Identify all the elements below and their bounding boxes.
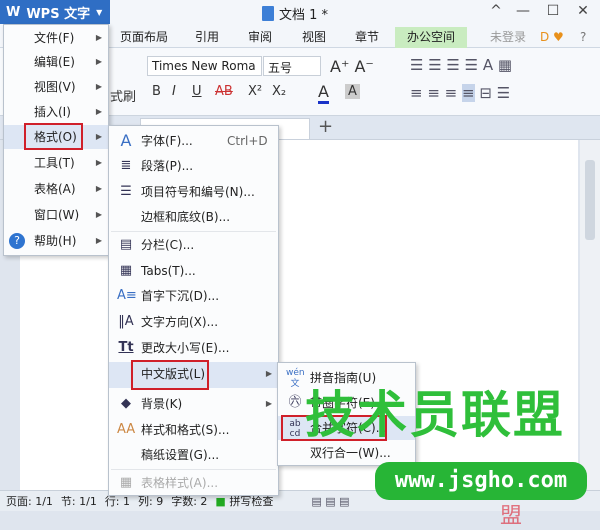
format-menu: A 字体(F)... Ctrl+D ≣ 段落(P)... ☰ 项目符号和编号(N)...… [108, 125, 279, 496]
submenu-arrow-icon: ▶ [95, 184, 102, 193]
drop-cap-icon: A≡ [117, 288, 137, 303]
menu-separator [111, 231, 276, 232]
tab-review[interactable]: 审阅 [238, 27, 282, 48]
menu-item-tools[interactable]: 工具(T) ▶ [4, 151, 108, 175]
tab-page-layout[interactable]: 页面布局 [110, 27, 178, 48]
submenu-arrow-icon: ▶ [95, 82, 102, 91]
tab-chapter[interactable]: 章节 [345, 27, 389, 48]
menu-item-table[interactable]: 表格(A) ▶ [4, 177, 108, 201]
menu-item-drop-cap[interactable]: A≡ 首字下沉(D)... [109, 284, 278, 308]
status-page: 页面: 1/1 [6, 495, 53, 508]
tab-references[interactable]: 引用 [185, 27, 229, 48]
font-icon: A [120, 131, 132, 150]
menu-item-borders[interactable]: 边框和底纹(B)... [109, 205, 278, 229]
login-link[interactable]: 未登录 [480, 27, 536, 48]
font-grow-icon[interactable]: A⁺ A⁻ [330, 57, 374, 76]
bullet-list-icon: ☰ [120, 184, 132, 199]
pinyin-icon: wén 文 [286, 368, 305, 389]
font-size-select[interactable]: 五号 [263, 56, 321, 76]
vertical-scrollbar[interactable] [580, 140, 600, 490]
submenu-arrow-icon: ▶ [95, 132, 102, 141]
format-painter-button[interactable]: 式刷 [110, 86, 136, 105]
styles-icon: AA [117, 422, 136, 437]
menu-item-styles[interactable]: AA 样式和格式(S)... [109, 418, 278, 442]
submenu-arrow-icon: ▶ [265, 399, 272, 408]
document-icon [262, 6, 274, 21]
submenu-arrow-icon: ▶ [265, 369, 272, 378]
skin-icon[interactable]: D ♥ [530, 27, 574, 48]
menu-item-manuscript[interactable]: 稿纸设置(G)... [109, 443, 278, 467]
underline-button[interactable]: U [192, 84, 202, 99]
bold-button[interactable]: B [152, 84, 161, 99]
title-bar: W WPS 文字 ▼ 文档 1 * ^ — ☐ ✕ [0, 0, 600, 27]
highlight-box-format [24, 123, 83, 150]
wps-logo-icon: W [6, 4, 21, 20]
menu-item-change-case[interactable]: Tt 更改大小写(E)... [109, 336, 278, 360]
menu-item-edit[interactable]: 编辑(E) ▶ [4, 50, 108, 74]
tab-office-space[interactable]: 办公空间 [395, 27, 467, 48]
columns-icon: ▤ [119, 237, 133, 252]
char-shading-button[interactable]: A [345, 84, 360, 99]
menu-item-help[interactable]: ? 帮助(H) ▶ [4, 229, 108, 253]
menu-item-background[interactable]: ◆ 背景(K) ▶ [109, 392, 278, 416]
menu-item-file[interactable]: 文件(F) ▶ [4, 26, 108, 50]
paragraph-icon: ≣ [120, 158, 132, 173]
close-button[interactable]: ✕ [572, 3, 594, 19]
help-button[interactable]: ? [570, 27, 596, 48]
list-icons[interactable]: ☰ ☰ ☰ ☰ A ▦ [410, 56, 512, 74]
italic-button[interactable]: I [172, 84, 176, 99]
enclosed-char-icon: ㊅ [288, 395, 302, 410]
superscript-button[interactable]: X² [248, 84, 262, 99]
spell-check-icon: ■ [215, 495, 226, 508]
menu-item-text-direction[interactable]: ‖A 文字方向(X)... [109, 310, 278, 334]
watermark-title: 技术员联盟 [305, 386, 565, 444]
menu-item-columns[interactable]: ▤ 分栏(C)... [109, 233, 278, 257]
menu-separator [111, 469, 276, 470]
align-icons[interactable]: ≡ ≡ ≡ ≡ ⊟ ☰ [410, 84, 510, 102]
submenu-arrow-icon: ▶ [95, 210, 102, 219]
strikethrough-button[interactable]: AB [215, 84, 233, 99]
scroll-thumb[interactable] [585, 160, 595, 240]
status-section: 节: 1/1 [60, 495, 97, 508]
dropdown-arrow-icon: ▼ [96, 7, 103, 17]
new-tab-button[interactable]: + [318, 116, 333, 137]
menu-item-tabs[interactable]: ▦ Tabs(T)... [109, 259, 278, 283]
submenu-arrow-icon: ▶ [95, 33, 102, 42]
menu-item-paragraph[interactable]: ≣ 段落(P)... [109, 154, 278, 178]
submenu-arrow-icon: ▶ [95, 158, 102, 167]
watermark-url: www.jsgho.com [375, 462, 587, 500]
menu-item-window[interactable]: 窗口(W) ▶ [4, 203, 108, 227]
menu-item-font[interactable]: A 字体(F)... Ctrl+D [109, 129, 278, 153]
view-mode-icons[interactable]: ▤ ▤ ▤ [311, 495, 349, 508]
maximize-button[interactable]: ☐ [542, 3, 564, 19]
collapse-ribbon-button[interactable]: ^ [485, 3, 507, 19]
menu-item-bullets[interactable]: ☰ 项目符号和编号(N)... [109, 180, 278, 204]
highlight-box-chinese-layout [131, 360, 209, 390]
submenu-arrow-icon: ▶ [95, 107, 102, 116]
help-icon: ? [9, 233, 25, 249]
font-name-select[interactable]: Times New Roma [147, 56, 262, 76]
submenu-arrow-icon: ▶ [95, 57, 102, 66]
submenu-arrow-icon: ▶ [95, 236, 102, 245]
text-direction-icon: ‖A [118, 314, 134, 329]
menu-item-view[interactable]: 视图(V) ▶ [4, 75, 108, 99]
font-color-button[interactable]: A [318, 82, 329, 104]
menu-item-table-style: ▦ 表格样式(A)... [109, 471, 278, 495]
document-title: 文档 1 * [262, 4, 328, 23]
background-icon: ◆ [121, 396, 131, 411]
minimize-button[interactable]: — [512, 3, 534, 19]
menu-item-insert[interactable]: 插入(I) ▶ [4, 100, 108, 124]
table-style-icon: ▦ [119, 475, 133, 490]
change-case-icon: Tt [118, 340, 134, 355]
wps-app-menu-button[interactable]: W WPS 文字 ▼ [0, 0, 110, 24]
tab-view[interactable]: 视图 [292, 27, 336, 48]
subscript-button[interactable]: X₂ [272, 84, 286, 99]
tabs-icon: ▦ [119, 263, 133, 278]
